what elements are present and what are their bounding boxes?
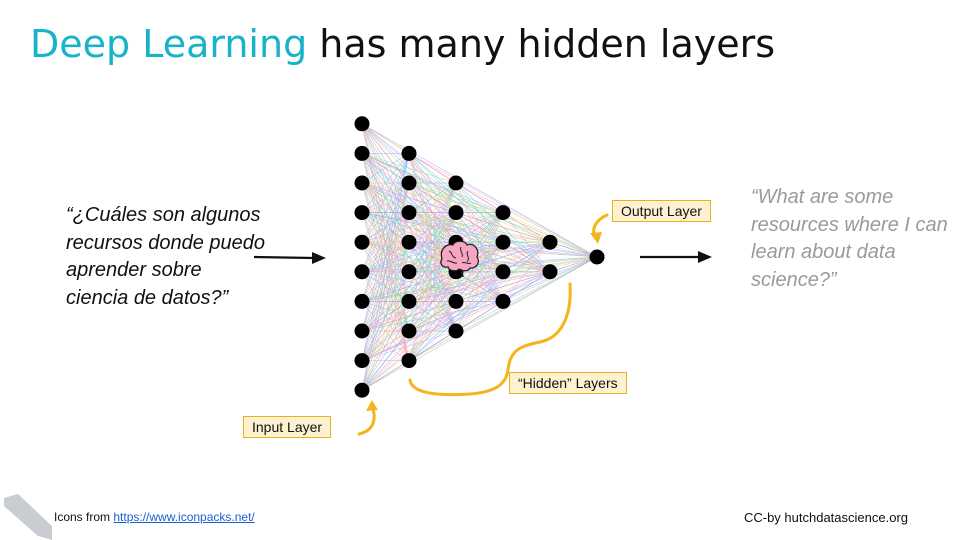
input-node	[354, 264, 370, 280]
input-node	[354, 145, 370, 161]
hidden-node	[401, 175, 417, 191]
hidden-node	[401, 353, 417, 369]
output-layer-label: Output Layer	[612, 200, 711, 222]
hidden-node	[589, 249, 605, 265]
hidden-node	[448, 293, 464, 309]
hidden-node	[401, 234, 417, 250]
iconpacks-link[interactable]: https://www.iconpacks.net/	[113, 510, 254, 524]
output-arrow	[640, 251, 712, 263]
input-node	[354, 116, 370, 132]
corner-logo-icon	[4, 494, 52, 540]
hidden-node	[401, 293, 417, 309]
input-node	[354, 323, 370, 339]
hidden-node	[542, 264, 558, 280]
hidden-node	[401, 264, 417, 280]
input-layer-label: Input Layer	[243, 416, 332, 438]
network-connections	[361, 123, 598, 391]
hidden-node	[448, 323, 464, 339]
input-node	[354, 205, 370, 221]
hidden-node	[542, 234, 558, 250]
icons-credit: Icons from https://www.iconpacks.net/	[54, 510, 255, 524]
license-credit: CC-by hutchdatascience.org	[743, 510, 908, 525]
hidden-node	[448, 175, 464, 191]
hidden-node	[495, 293, 511, 309]
hidden-node	[495, 205, 511, 221]
hidden-node	[401, 145, 417, 161]
hidden-node	[495, 234, 511, 250]
input-node	[354, 175, 370, 191]
hidden-layers-label: “Hidden” Layers	[509, 372, 627, 394]
input-node	[354, 382, 370, 398]
input-node	[354, 234, 370, 250]
input-arrow	[253, 252, 326, 264]
icons-credit-prefix: Icons from	[54, 510, 114, 524]
hidden-node	[448, 205, 464, 221]
hidden-node	[401, 205, 417, 221]
input-node	[354, 353, 370, 369]
hidden-node	[495, 264, 511, 280]
hidden-node	[401, 323, 417, 339]
neural-network-diagram	[4, 116, 712, 540]
input-node	[354, 293, 370, 309]
